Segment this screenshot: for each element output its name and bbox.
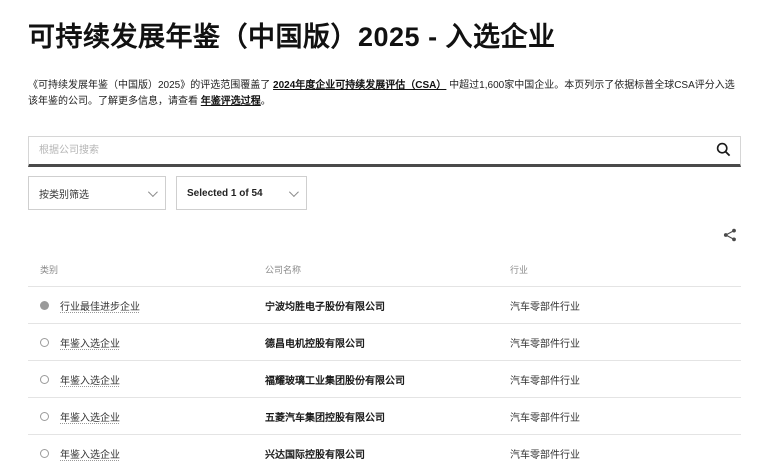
header-company: 公司名称 (265, 257, 510, 286)
category-marker-icon (40, 338, 49, 347)
search-button[interactable] (706, 137, 740, 164)
industry-name: 汽车零部件行业 (510, 298, 741, 313)
header-category: 类别 (28, 257, 265, 286)
chevron-down-icon (148, 187, 158, 197)
companies-table: 类别 公司名称 行业 行业最佳进步企业 宁波均胜电子股份有限公司 汽车零部件行业… (28, 257, 741, 465)
industry-name: 汽车零部件行业 (510, 409, 741, 424)
category-label[interactable]: 年鉴入选企业 (60, 446, 120, 461)
table-header-row: 类别 公司名称 行业 (28, 257, 741, 286)
selected-count-label: Selected 1 of 54 (187, 188, 263, 199)
category-label[interactable]: 年鉴入选企业 (60, 409, 120, 424)
share-icon (723, 230, 737, 245)
selected-count-dropdown[interactable]: Selected 1 of 54 (176, 176, 307, 210)
search-icon (716, 142, 731, 160)
table-body: 行业最佳进步企业 宁波均胜电子股份有限公司 汽车零部件行业 年鉴入选企业 德昌电… (28, 286, 741, 465)
category-cell: 年鉴入选企业 (28, 335, 265, 350)
category-cell: 年鉴入选企业 (28, 446, 265, 461)
category-marker-icon (40, 375, 49, 384)
company-name: 福耀玻璃工业集团股份有限公司 (265, 372, 510, 387)
category-cell: 年鉴入选企业 (28, 372, 265, 387)
category-cell: 年鉴入选企业 (28, 409, 265, 424)
company-name: 五菱汽车集团控股有限公司 (265, 409, 510, 424)
table-row[interactable]: 年鉴入选企业 五菱汽车集团控股有限公司 汽车零部件行业 (28, 397, 741, 434)
table-row[interactable]: 行业最佳进步企业 宁波均胜电子股份有限公司 汽车零部件行业 (28, 286, 741, 323)
category-label[interactable]: 行业最佳进步企业 (60, 298, 140, 313)
intro-text: 《可持续发展年鉴（中国版）2025》的评选范围覆盖了 (28, 80, 273, 91)
header-industry: 行业 (510, 257, 741, 286)
table-row[interactable]: 年鉴入选企业 福耀玻璃工业集团股份有限公司 汽车零部件行业 (28, 360, 741, 397)
intro-text: 。 (261, 96, 271, 107)
category-label[interactable]: 年鉴入选企业 (60, 335, 120, 350)
category-marker-icon (40, 301, 49, 310)
industry-name: 汽车零部件行业 (510, 335, 741, 350)
share-button[interactable] (721, 226, 739, 247)
chevron-down-icon (289, 187, 299, 197)
table-row[interactable]: 年鉴入选企业 兴达国际控股有限公司 汽车零部件行业 (28, 434, 741, 465)
page-container: 可持续发展年鉴（中国版）2025 - 入选企业 《可持续发展年鉴（中国版）202… (0, 15, 769, 465)
intro-paragraph: 《可持续发展年鉴（中国版）2025》的评选范围覆盖了 2024年度企业可持续发展… (28, 78, 741, 109)
category-label[interactable]: 年鉴入选企业 (60, 372, 120, 387)
industry-name: 汽车零部件行业 (510, 446, 741, 461)
intro-link[interactable]: 2024年度企业可持续发展评估（CSA） (273, 80, 446, 91)
company-name: 兴达国际控股有限公司 (265, 446, 510, 461)
category-marker-icon (40, 412, 49, 421)
company-name: 宁波均胜电子股份有限公司 (265, 298, 510, 313)
share-row (28, 226, 741, 247)
table-row[interactable]: 年鉴入选企业 德昌电机控股有限公司 汽车零部件行业 (28, 323, 741, 360)
filter-by-category-label: 按类别筛选 (39, 186, 89, 201)
industry-name: 汽车零部件行业 (510, 372, 741, 387)
company-search-bar (28, 136, 741, 167)
intro-link[interactable]: 年鉴评选过程 (201, 96, 261, 107)
filter-by-category-dropdown[interactable]: 按类别筛选 (28, 176, 166, 210)
filters-row: 按类别筛选 Selected 1 of 54 (28, 176, 741, 210)
page-title: 可持续发展年鉴（中国版）2025 - 入选企业 (28, 15, 741, 54)
category-marker-icon (40, 449, 49, 458)
category-cell: 行业最佳进步企业 (28, 298, 265, 313)
search-input[interactable] (29, 137, 706, 164)
company-name: 德昌电机控股有限公司 (265, 335, 510, 350)
